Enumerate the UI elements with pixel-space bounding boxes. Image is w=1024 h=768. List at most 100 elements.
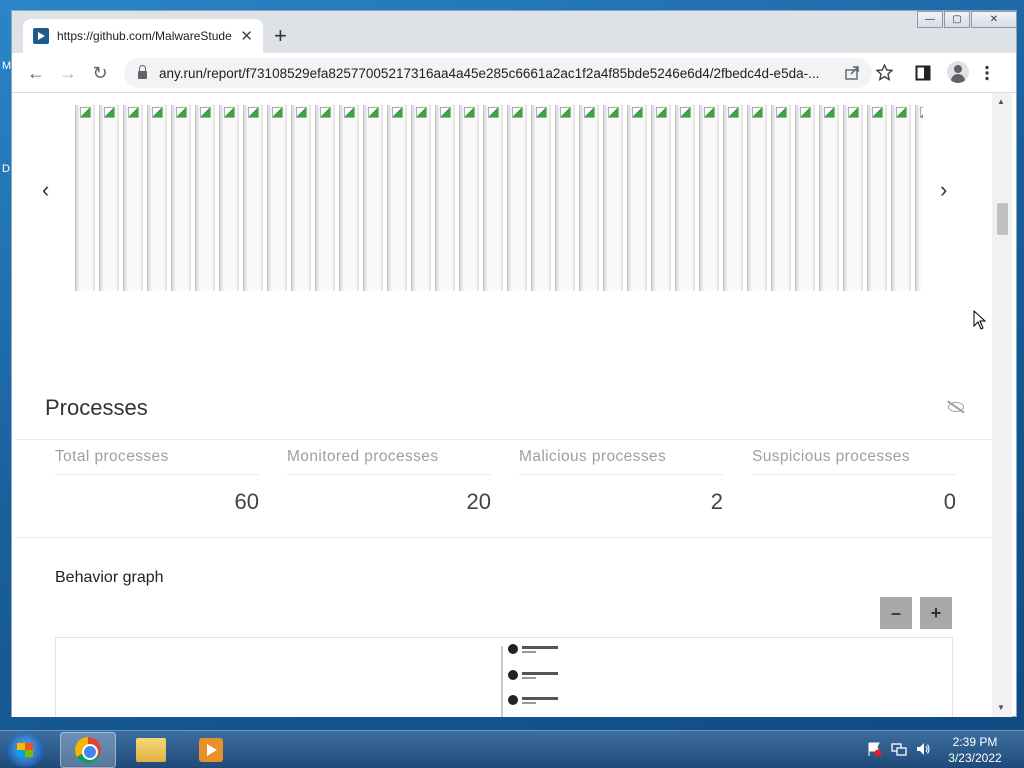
system-clock[interactable]: 2:39 PM 3/23/2022: [940, 734, 1010, 766]
graph-node-chrome-icon[interactable]: [508, 644, 518, 654]
broken-image-icon: [920, 107, 923, 118]
carousel-next-button[interactable]: ›: [940, 177, 947, 203]
address-bar[interactable]: any.run/report/f73108529efa8257700521731…: [124, 58, 872, 88]
url-text[interactable]: any.run/report/f73108529efa8257700521731…: [159, 66, 839, 81]
start-button-windows-icon[interactable]: [6, 733, 44, 767]
taskbar-chrome[interactable]: [60, 732, 116, 768]
screenshot-thumbnail[interactable]: [867, 105, 887, 291]
forward-button[interactable]: →: [57, 62, 79, 84]
taskbar: 2:39 PM 3/23/2022: [0, 730, 1024, 768]
back-button[interactable]: ←: [25, 62, 47, 84]
broken-image-icon: [104, 107, 115, 118]
bookmark-star-icon[interactable]: [876, 64, 893, 81]
broken-image-icon: [752, 107, 763, 118]
scroll-down-arrow-icon[interactable]: ▼: [997, 703, 1005, 712]
graph-node-chrome-icon[interactable]: [508, 670, 518, 680]
broken-image-icon: [224, 107, 235, 118]
maximize-button[interactable]: ▢: [944, 11, 970, 28]
screenshot-thumbnail[interactable]: [603, 105, 623, 291]
screenshot-thumbnail[interactable]: [843, 105, 863, 291]
screenshot-thumbnail[interactable]: [99, 105, 119, 291]
broken-image-icon: [656, 107, 667, 118]
volume-icon[interactable]: [915, 741, 931, 757]
behavior-graph-canvas[interactable]: [55, 637, 953, 717]
zoom-out-button[interactable]: –: [880, 597, 912, 629]
side-panel-icon[interactable]: [915, 65, 931, 81]
screenshot-thumbnail[interactable]: [819, 105, 839, 291]
network-icon[interactable]: [891, 741, 907, 757]
stat-value: 60: [234, 489, 259, 514]
screenshot-thumbnail[interactable]: [795, 105, 815, 291]
graph-node-label: [522, 697, 558, 700]
screenshot-thumbnail[interactable]: [891, 105, 911, 291]
broken-image-icon: [680, 107, 691, 118]
browser-tab[interactable]: https://github.com/MalwareStudent ✕: [23, 19, 263, 53]
broken-image-icon: [824, 107, 835, 118]
carousel-prev-button[interactable]: ‹: [42, 177, 49, 203]
reload-button[interactable]: ↻: [89, 62, 111, 84]
broken-image-icon: [152, 107, 163, 118]
taskbar-media-player[interactable]: [183, 732, 239, 768]
screenshot-thumbnail[interactable]: [459, 105, 479, 291]
screenshot-thumbnail[interactable]: [291, 105, 311, 291]
clock-date: 3/23/2022: [948, 751, 1002, 765]
graph-node-sublabel: [522, 677, 536, 679]
stat-label: Monitored processes: [287, 448, 491, 475]
screenshot-thumbnail[interactable]: [267, 105, 287, 291]
screenshot-thumbnail[interactable]: [123, 105, 143, 291]
media-player-icon: [199, 738, 223, 762]
screenshot-thumbnail[interactable]: [747, 105, 767, 291]
folder-icon: [136, 738, 166, 762]
new-tab-button[interactable]: +: [274, 25, 287, 47]
desktop-icon-label[interactable]: D: [2, 163, 10, 175]
divider: [15, 537, 992, 538]
stat-malicious-processes: Malicious processes 2: [519, 448, 723, 515]
vertical-scrollbar[interactable]: ▲ ▼: [992, 93, 1012, 717]
broken-image-icon: [200, 107, 211, 118]
stat-total-processes: Total processes 60: [55, 448, 259, 515]
taskbar-explorer[interactable]: [123, 732, 179, 768]
hide-eye-icon[interactable]: [948, 402, 964, 412]
screenshot-thumbnail[interactable]: [915, 105, 923, 291]
stat-label: Total processes: [55, 448, 259, 475]
close-window-button[interactable]: ✕: [971, 11, 1017, 28]
graph-node-chrome-icon[interactable]: [508, 695, 518, 705]
profile-avatar-icon[interactable]: [947, 61, 969, 83]
screenshot-thumbnail[interactable]: [411, 105, 431, 291]
screenshot-thumbnail[interactable]: [387, 105, 407, 291]
minimize-button[interactable]: —: [917, 11, 943, 28]
screenshot-thumbnail[interactable]: [339, 105, 359, 291]
screenshot-thumbnail[interactable]: [315, 105, 335, 291]
screenshot-thumbnail[interactable]: [771, 105, 791, 291]
tab-close-icon[interactable]: ✕: [240, 27, 253, 45]
action-center-flag-icon[interactable]: [866, 741, 882, 757]
screenshot-thumbnail[interactable]: [363, 105, 383, 291]
screenshot-thumbnail[interactable]: [75, 105, 95, 291]
screenshot-thumbnail[interactable]: [531, 105, 551, 291]
scroll-up-arrow-icon[interactable]: ▲: [997, 97, 1005, 106]
screenshot-thumbnail[interactable]: [195, 105, 215, 291]
screenshot-thumbnail[interactable]: [219, 105, 239, 291]
screenshot-thumbnail[interactable]: [723, 105, 743, 291]
screenshot-thumbnail[interactable]: [699, 105, 719, 291]
stat-monitored-processes: Monitored processes 20: [287, 448, 491, 515]
screenshot-thumbnail[interactable]: [243, 105, 263, 291]
screenshot-thumbnail[interactable]: [483, 105, 503, 291]
lock-icon[interactable]: [138, 64, 147, 79]
scroll-thumb[interactable]: [997, 203, 1008, 235]
behavior-graph-heading: Behavior graph: [55, 569, 164, 586]
screenshot-thumbnail[interactable]: [651, 105, 671, 291]
menu-kebab-icon[interactable]: [984, 65, 990, 81]
screenshot-thumbnail[interactable]: [147, 105, 167, 291]
screenshot-thumbnail[interactable]: [555, 105, 575, 291]
zoom-in-button[interactable]: +: [920, 597, 952, 629]
screenshot-thumbnail[interactable]: [675, 105, 695, 291]
processes-heading: Processes: [45, 395, 148, 420]
screenshot-thumbnail[interactable]: [171, 105, 191, 291]
screenshot-thumbnail[interactable]: [627, 105, 647, 291]
screenshot-thumbnail[interactable]: [579, 105, 599, 291]
screenshot-thumbnail[interactable]: [435, 105, 455, 291]
share-icon[interactable]: [844, 65, 860, 81]
screenshot-thumbnail[interactable]: [507, 105, 527, 291]
desktop-icon-label[interactable]: M: [2, 60, 11, 72]
